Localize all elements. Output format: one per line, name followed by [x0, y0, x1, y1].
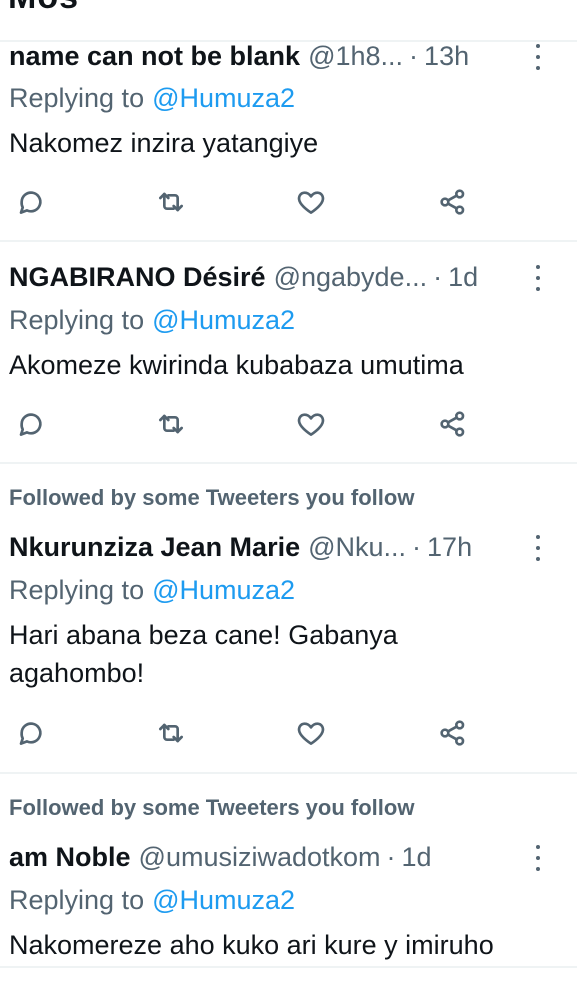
share-icon[interactable]	[435, 406, 471, 442]
reply-icon[interactable]	[13, 715, 49, 751]
replying-prefix: Replying to	[9, 884, 145, 915]
timestamp[interactable]: 1d	[402, 842, 432, 873]
more-vertical-icon[interactable]	[530, 533, 546, 563]
separator-dot: ·	[386, 841, 396, 872]
author-name[interactable]: NGABIRANO Désiré	[9, 262, 266, 293]
replying-prefix: Replying to	[9, 304, 145, 335]
replying-to: Replying to @Humuza2	[9, 81, 295, 115]
author-handle[interactable]: @ngabyde...	[274, 262, 428, 293]
author-name[interactable]: Nkurunziza Jean Marie	[9, 532, 300, 563]
replying-to: Replying to @Humuza2	[9, 303, 295, 337]
partial-page-title: Mos	[8, 0, 79, 17]
more-vertical-icon[interactable]	[530, 42, 546, 72]
mention-link[interactable]: @Humuza2	[152, 83, 295, 114]
replying-to: Replying to @Humuza2	[9, 573, 295, 607]
timestamp[interactable]: 17h	[427, 532, 472, 563]
reply-icon[interactable]	[13, 184, 49, 220]
tweet-header[interactable]: name can not be blank @1h8... · 13h	[9, 38, 527, 74]
retweet-icon[interactable]	[153, 184, 189, 220]
divider	[0, 966, 577, 968]
share-icon[interactable]	[435, 715, 471, 751]
timestamp[interactable]: 1d	[448, 262, 478, 293]
heart-icon[interactable]	[293, 715, 329, 751]
tweet-header[interactable]: Nkurunziza Jean Marie @Nku... · 17h	[9, 529, 527, 565]
tweet-text: Akomeze kwirinda kubabaza umutima	[9, 350, 464, 380]
separator-dot: ·	[433, 261, 443, 292]
divider	[0, 240, 577, 242]
mention-link[interactable]: @Humuza2	[152, 885, 295, 916]
reply-icon[interactable]	[13, 406, 49, 442]
separator-dot: ·	[412, 531, 422, 562]
replying-prefix: Replying to	[9, 574, 145, 605]
mention-link[interactable]: @Humuza2	[152, 575, 295, 606]
author-name[interactable]: am Noble	[9, 842, 131, 873]
tweet-text: Nakomez inzira yatangiye	[9, 128, 319, 158]
tweet-header[interactable]: NGABIRANO Désiré @ngabyde... · 1d	[9, 259, 527, 295]
mention-link[interactable]: @Humuza2	[152, 305, 295, 336]
social-context: Followed by some Tweeters you follow	[9, 795, 415, 820]
tweet-text: Hari abana beza cane! Gabanya agahombo!	[9, 620, 398, 688]
divider	[0, 772, 577, 774]
tweet-header[interactable]: am Noble @umusiziwadotkom · 1d	[9, 839, 527, 875]
timestamp[interactable]: 13h	[424, 41, 469, 72]
heart-icon[interactable]	[293, 184, 329, 220]
replying-to: Replying to @Humuza2	[9, 883, 295, 917]
more-vertical-icon[interactable]	[530, 263, 546, 293]
author-handle[interactable]: @umusiziwadotkom	[139, 842, 381, 873]
retweet-icon[interactable]	[153, 406, 189, 442]
retweet-icon[interactable]	[153, 715, 189, 751]
replying-prefix: Replying to	[9, 82, 145, 113]
author-handle[interactable]: @1h8...	[308, 41, 403, 72]
heart-icon[interactable]	[293, 406, 329, 442]
divider	[0, 462, 577, 464]
social-context: Followed by some Tweeters you follow	[9, 485, 415, 510]
share-icon[interactable]	[435, 184, 471, 220]
separator-dot: ·	[409, 40, 419, 71]
author-handle[interactable]: @Nku...	[308, 532, 406, 563]
author-name[interactable]: name can not be blank	[9, 41, 300, 72]
tweet-text: Nakomereze aho kuko ari kure y imiruho	[9, 930, 494, 960]
more-vertical-icon[interactable]	[530, 843, 546, 873]
